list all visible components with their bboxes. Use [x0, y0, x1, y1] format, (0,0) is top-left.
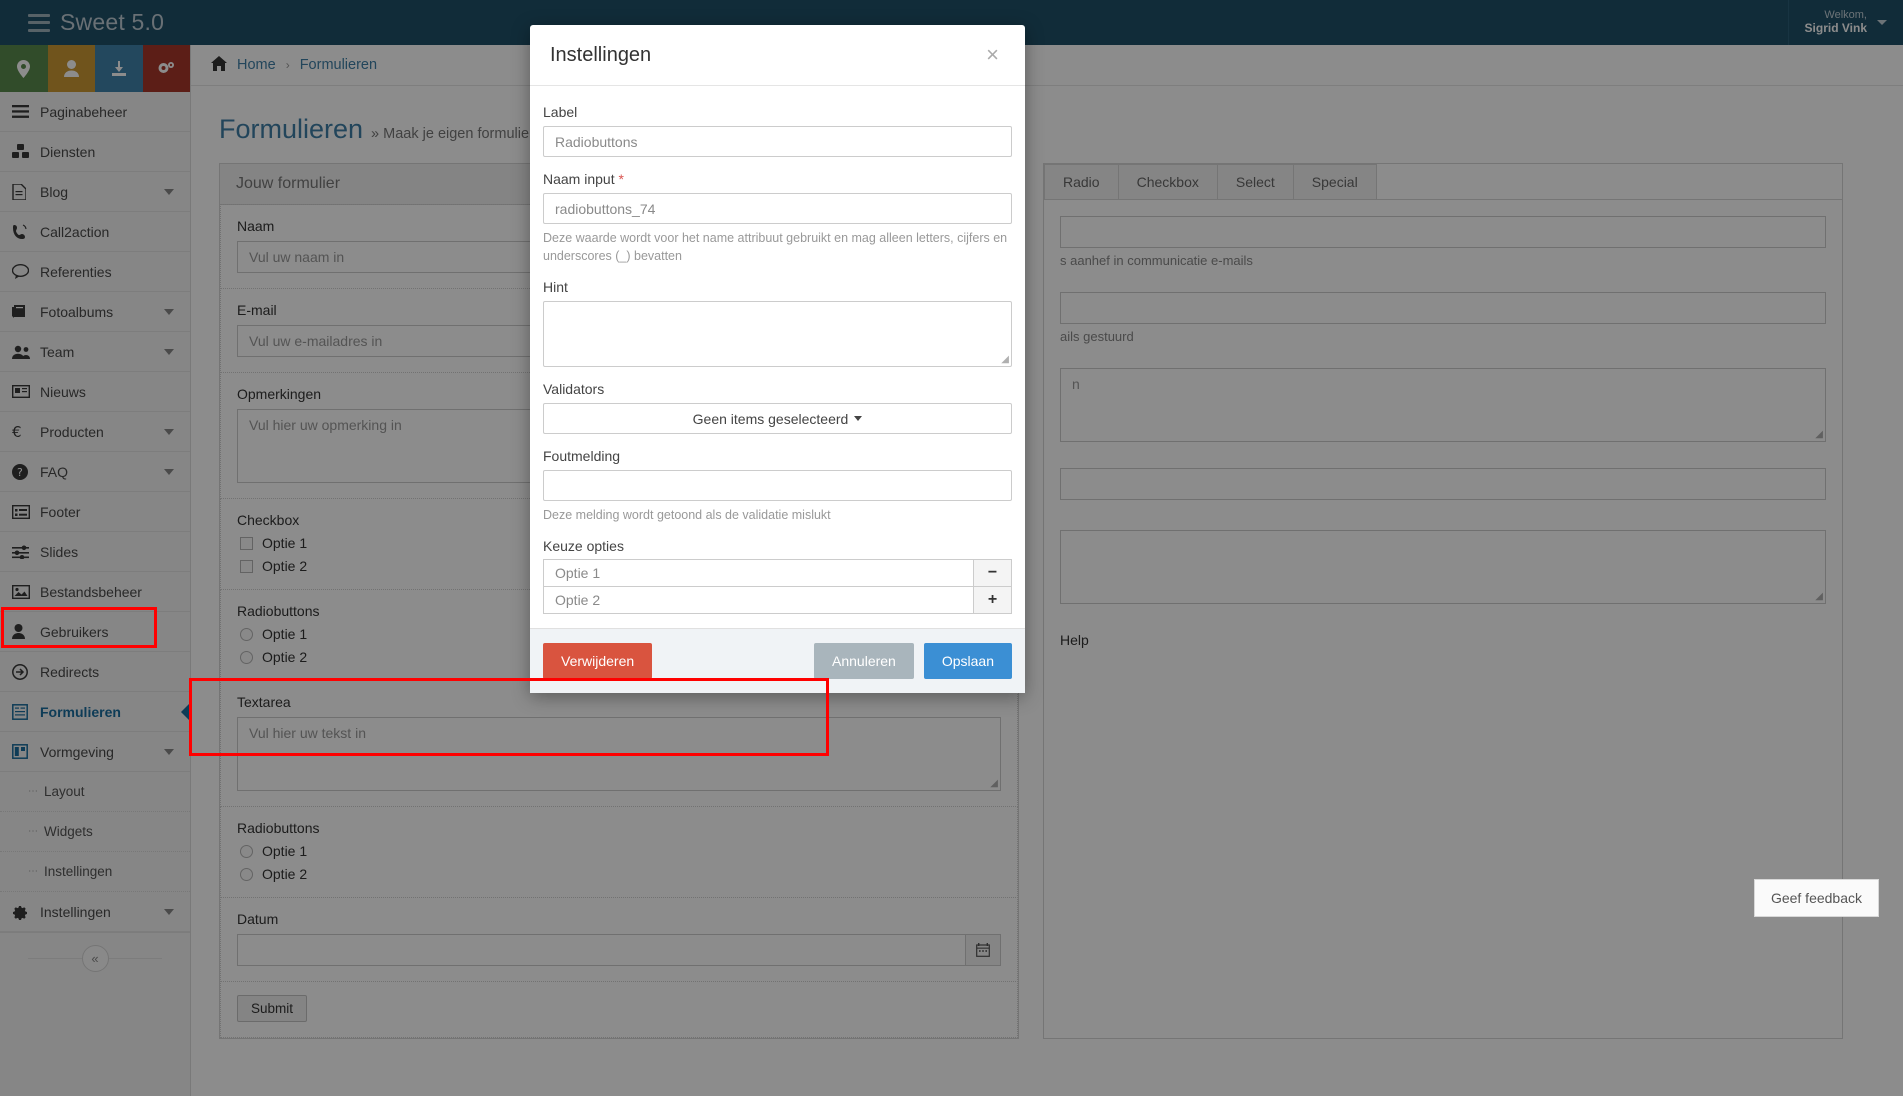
- validators-field-group: Validators Geen items geselecteerd: [543, 381, 1012, 435]
- options-field-group: Keuze opties −+: [543, 538, 1012, 615]
- save-button[interactable]: Opslaan: [923, 643, 1012, 680]
- validators-selected-text: Geen items geselecteerd: [692, 410, 849, 427]
- error-field-help: Deze melding wordt getoond als de valida…: [543, 508, 831, 523]
- delete-button[interactable]: Verwijderen: [543, 643, 653, 680]
- feedback-button[interactable]: Geef feedback: [1753, 879, 1879, 917]
- modal-body: Label Naam input * Deze waarde wordt voo…: [530, 86, 1025, 628]
- remove-option-button[interactable]: −: [974, 559, 1012, 588]
- name-input[interactable]: [543, 193, 1012, 224]
- resize-handle-icon[interactable]: ◢: [1001, 354, 1009, 365]
- label-input[interactable]: [543, 126, 1012, 157]
- hint-field-group: Hint ◢: [543, 279, 1012, 368]
- hint-textarea[interactable]: ◢: [543, 301, 1012, 368]
- name-field-group: Naam input * Deze waarde wordt voor het …: [543, 171, 1012, 265]
- chevron-down-icon: [854, 416, 863, 422]
- option-row: −: [543, 559, 1012, 588]
- cancel-button[interactable]: Annuleren: [814, 643, 914, 680]
- add-option-button[interactable]: +: [974, 586, 1012, 615]
- validators-dropdown[interactable]: Geen items geselecteerd: [543, 403, 1012, 435]
- option-input-1[interactable]: [543, 559, 974, 588]
- name-field-help: Deze waarde wordt voor het name attribuu…: [543, 231, 1008, 264]
- required-marker: *: [618, 171, 624, 187]
- validators-field-label: Validators: [543, 381, 605, 398]
- modal-footer: Verwijderen Annuleren Opslaan: [530, 628, 1025, 694]
- options-field-label: Keuze opties: [543, 538, 624, 555]
- option-input-2[interactable]: [543, 586, 974, 615]
- settings-modal: Instellingen × Label Naam input * Deze w…: [530, 25, 1025, 694]
- name-field-label-text: Naam input: [543, 171, 615, 187]
- close-icon[interactable]: ×: [980, 43, 1005, 67]
- name-field-label: Naam input *: [543, 171, 1012, 187]
- modal-title: Instellingen: [550, 43, 652, 66]
- label-field-label: Label: [543, 104, 578, 120]
- error-message-input[interactable]: [543, 470, 1012, 502]
- options-rows: −+: [543, 559, 1012, 615]
- option-row: +: [543, 586, 1012, 615]
- hint-field-label: Hint: [543, 279, 568, 296]
- modal-header: Instellingen ×: [530, 25, 1025, 86]
- error-field-group: Foutmelding Deze melding wordt getoond a…: [543, 448, 1012, 524]
- error-field-label: Foutmelding: [543, 448, 621, 465]
- label-field-group: Label: [543, 104, 1012, 157]
